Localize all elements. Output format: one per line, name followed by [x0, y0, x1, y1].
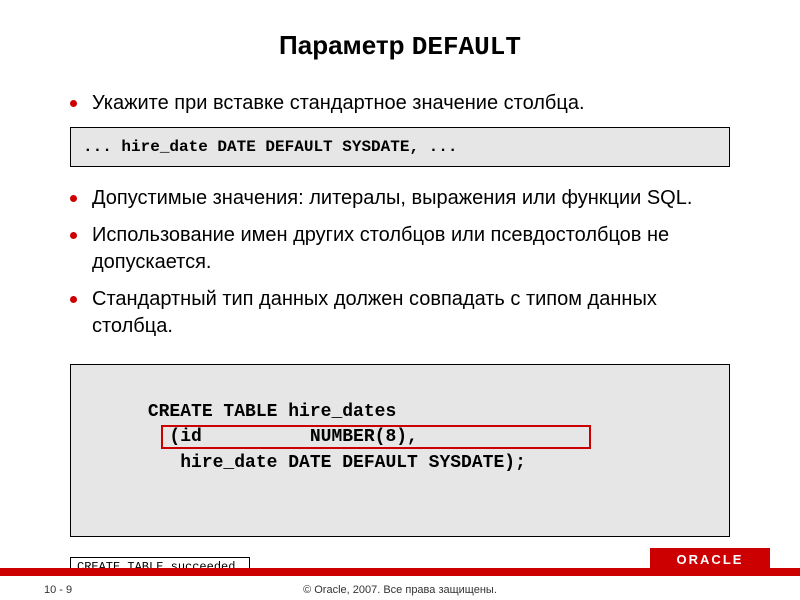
title-keyword: DEFAULT	[412, 32, 521, 62]
title-prefix: Параметр	[279, 30, 412, 60]
bullet-item: Стандартный тип данных должен совпадать …	[70, 286, 730, 340]
slide-title: Параметр DEFAULT	[70, 30, 730, 62]
bullet-item: Использование имен других столбцов или п…	[70, 222, 730, 276]
code-block-inline: ... hire_date DATE DEFAULT SYSDATE, ...	[70, 127, 730, 167]
bullet-text: Стандартный тип данных должен совпадать …	[92, 288, 657, 337]
bullet-list: Допустимые значения: литералы, выражения…	[70, 185, 730, 340]
copyright-text: © Oracle, 2007. Все права защищены.	[0, 584, 800, 596]
bullet-text: Укажите при вставке стандартное значение…	[92, 92, 585, 114]
oracle-logo: ORACLE	[650, 548, 770, 570]
bullet-item: Укажите при вставке стандартное значение…	[70, 90, 730, 117]
footer: ORACLE 10 - 9 © Oracle, 2007. Все права …	[0, 542, 800, 600]
content-area: Параметр DEFAULT Укажите при вставке ста…	[0, 0, 800, 577]
bullet-text: Допустимые значения: литералы, выражения…	[92, 187, 692, 209]
spacer	[70, 350, 730, 360]
code-block-main: CREATE TABLE hire_dates (id NUMBER(8), h…	[70, 364, 730, 537]
slide: Параметр DEFAULT Укажите при вставке ста…	[0, 0, 800, 600]
footer-red-bar	[0, 568, 800, 576]
footer-strip: 10 - 9 © Oracle, 2007. Все права защищен…	[0, 576, 800, 600]
code-content: CREATE TABLE hire_dates (id NUMBER(8), h…	[83, 402, 526, 472]
bullet-list: Укажите при вставке стандартное значение…	[70, 90, 730, 117]
bullet-text: Использование имен других столбцов или п…	[92, 224, 669, 273]
bullet-item: Допустимые значения: литералы, выражения…	[70, 185, 730, 212]
